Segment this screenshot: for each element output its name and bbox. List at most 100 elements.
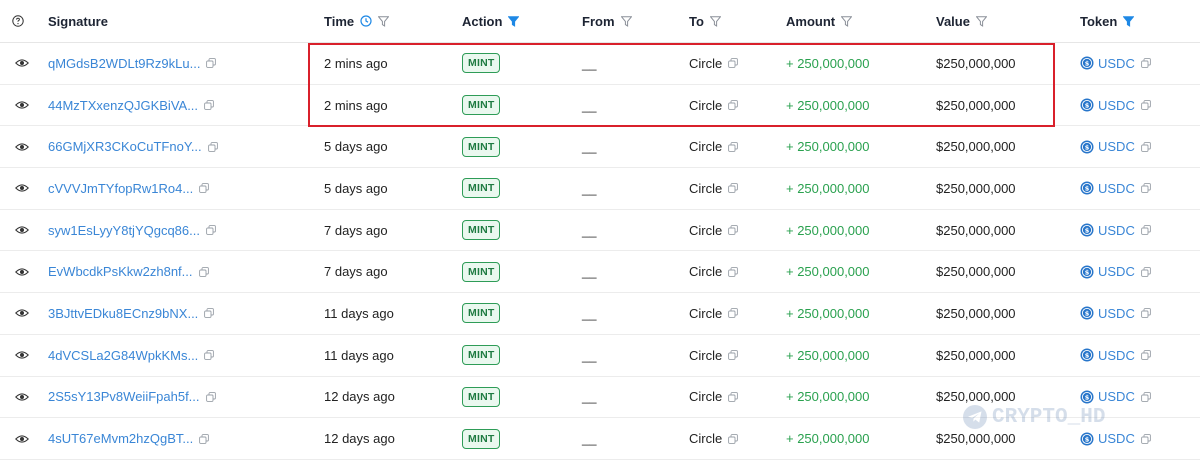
svg-text:$: $: [1085, 310, 1090, 318]
mint-badge: MINT: [462, 178, 501, 199]
to-text: Circle: [689, 264, 723, 280]
copy-icon[interactable]: [207, 141, 218, 152]
token-link[interactable]: USDC: [1098, 348, 1135, 363]
signature-link[interactable]: 44MzTXxenzQJGKBiVA...: [48, 98, 198, 113]
signature-link[interactable]: syw1EsLyyY8tjYQgcq86...: [48, 223, 200, 238]
token-link[interactable]: USDC: [1098, 56, 1135, 71]
signature-link[interactable]: 3BJttvEDku8ECnz9bNX...: [48, 306, 198, 321]
copy-icon[interactable]: [1140, 266, 1151, 277]
filter-active-icon[interactable]: [1123, 15, 1135, 27]
copy-icon[interactable]: [1140, 391, 1151, 402]
signature-link[interactable]: cVVVJmTYfopRw1Ro4...: [48, 181, 193, 196]
copy-icon[interactable]: [728, 266, 739, 277]
amount-text: + 250,000,000: [786, 180, 870, 196]
copy-icon[interactable]: [1140, 183, 1151, 194]
view-button[interactable]: [12, 429, 32, 449]
signature-link[interactable]: 4dVCSLa2G84WpkKMs...: [48, 348, 198, 363]
header-help-cell[interactable]: [12, 0, 36, 42]
token-link[interactable]: USDC: [1098, 223, 1135, 238]
copy-icon[interactable]: [206, 225, 216, 235]
signature-link[interactable]: qMGdsB2WDLt9Rz9kLu...: [48, 56, 200, 71]
copy-icon[interactable]: [198, 266, 209, 277]
view-button[interactable]: [12, 387, 32, 407]
header-action-label: Action: [462, 13, 503, 29]
copy-icon[interactable]: [199, 433, 210, 444]
table-row: 3BJttvEDku8ECnz9bNX... 11 days ago MINT …: [0, 293, 1200, 335]
value-text: $250,000,000: [936, 180, 1016, 196]
header-signature: Signature: [48, 0, 278, 42]
token-link[interactable]: USDC: [1098, 181, 1135, 196]
copy-icon[interactable]: [204, 308, 215, 319]
copy-icon[interactable]: [1140, 350, 1151, 361]
copy-icon[interactable]: [1140, 225, 1151, 235]
time-cell: 7 days ago: [324, 210, 454, 251]
view-button[interactable]: [12, 303, 32, 323]
token-link[interactable]: USDC: [1098, 431, 1135, 446]
time-cell: 12 days ago: [324, 377, 454, 418]
token-link[interactable]: USDC: [1098, 389, 1135, 404]
usdc-logo-icon: $: [1080, 223, 1094, 237]
copy-icon[interactable]: [1140, 58, 1151, 69]
amount-cell: + 250,000,000: [786, 251, 926, 292]
table-header: Signature Time Action From To Amount Val…: [0, 0, 1200, 43]
token-link[interactable]: USDC: [1098, 98, 1135, 113]
amount-text: + 250,000,000: [786, 305, 870, 321]
filter-icon[interactable]: [709, 15, 721, 27]
header-token: Token: [1080, 0, 1190, 42]
from-cell: __: [582, 168, 682, 209]
signature-link[interactable]: 66GMjXR3CKoCuTFnoY...: [48, 139, 202, 154]
from-cell: __: [582, 210, 682, 251]
copy-icon[interactable]: [728, 141, 739, 152]
copy-icon[interactable]: [1140, 100, 1151, 110]
token-link[interactable]: USDC: [1098, 139, 1135, 154]
filter-icon[interactable]: [975, 15, 987, 27]
filter-icon[interactable]: [378, 15, 390, 27]
copy-icon[interactable]: [205, 391, 216, 402]
copy-icon[interactable]: [1140, 433, 1151, 444]
copy-icon[interactable]: [1140, 141, 1151, 152]
copy-icon[interactable]: [728, 308, 739, 319]
row-view-cell: [12, 168, 36, 209]
copy-icon[interactable]: [204, 350, 215, 361]
view-button[interactable]: [12, 137, 32, 157]
signature-link[interactable]: 4sUT67eMvm2hzQgBT...: [48, 431, 193, 446]
token-link[interactable]: USDC: [1098, 306, 1135, 321]
help-circle-icon[interactable]: [12, 15, 24, 27]
view-button[interactable]: [12, 53, 32, 73]
copy-icon[interactable]: [728, 183, 739, 194]
signature-link[interactable]: EvWbcdkPsKkw2zh8nf...: [48, 264, 193, 279]
copy-icon[interactable]: [1140, 308, 1151, 319]
view-button[interactable]: [12, 262, 32, 282]
to-cell: Circle: [689, 293, 779, 334]
table-row: 4dVCSLa2G84WpkKMs... 11 days ago MINT __…: [0, 335, 1200, 377]
copy-icon[interactable]: [204, 100, 214, 110]
value-cell: $250,000,000: [936, 126, 1066, 167]
view-button[interactable]: [12, 95, 32, 115]
token-cell: $ USDC: [1080, 210, 1190, 251]
token-link[interactable]: USDC: [1098, 264, 1135, 279]
copy-icon[interactable]: [728, 350, 739, 361]
copy-icon[interactable]: [206, 58, 217, 69]
view-button[interactable]: [12, 345, 32, 365]
to-text: Circle: [689, 222, 723, 238]
action-cell: MINT: [462, 293, 572, 334]
copy-icon[interactable]: [728, 225, 739, 235]
view-button[interactable]: [12, 178, 32, 198]
action-cell: MINT: [462, 335, 572, 376]
value-text: $250,000,000: [936, 389, 1016, 405]
copy-icon[interactable]: [728, 391, 739, 402]
mint-badge: MINT: [462, 345, 501, 366]
signature-link[interactable]: 2S5sY13Pv8WeiiFpah5f...: [48, 389, 200, 404]
amount-cell: + 250,000,000: [786, 168, 926, 209]
filter-icon[interactable]: [620, 15, 632, 27]
clock-icon[interactable]: [360, 15, 372, 27]
row-view-cell: [12, 126, 36, 167]
filter-active-icon[interactable]: [508, 15, 520, 27]
view-button[interactable]: [12, 220, 32, 240]
copy-icon[interactable]: [728, 433, 739, 444]
from-cell: __: [582, 418, 682, 459]
signature-cell: syw1EsLyyY8tjYQgcq86...: [48, 210, 278, 251]
copy-icon[interactable]: [199, 183, 210, 194]
value-text: $250,000,000: [936, 305, 1016, 321]
filter-icon[interactable]: [841, 15, 853, 27]
